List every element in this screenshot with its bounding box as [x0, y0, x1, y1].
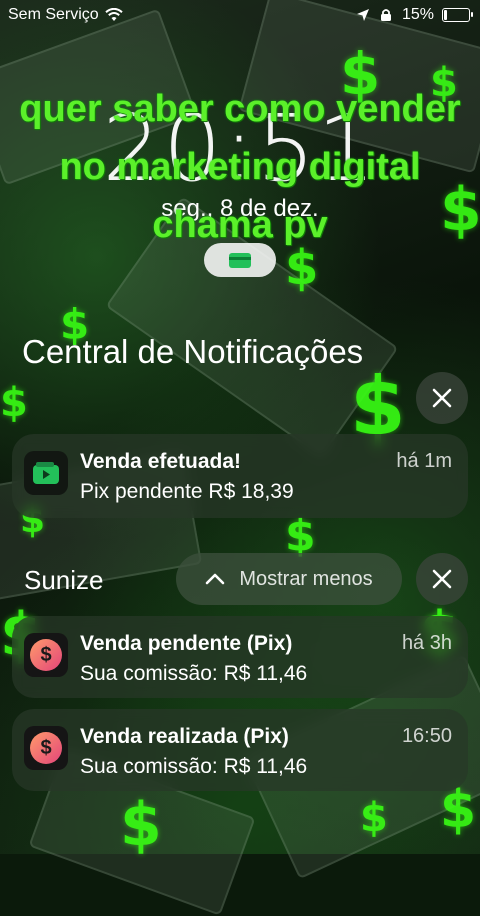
dollar-coin-icon: $ — [30, 639, 62, 671]
notification-card[interactable]: $ Venda realizada (Pix) Sua comissão: R$… — [12, 709, 468, 791]
wallet-widget-button[interactable] — [204, 243, 276, 277]
notification-time: há 3h — [401, 632, 452, 654]
close-icon — [432, 388, 452, 408]
orientation-lock-icon — [380, 9, 391, 21]
carrier-label: Sem Serviço — [8, 6, 99, 23]
overlay-caption: quer saber como vender no marketing digi… — [19, 88, 461, 246]
clear-group-button[interactable] — [416, 553, 468, 605]
location-arrow-icon — [356, 9, 369, 21]
notification-title: Venda pendente (Pix) — [80, 632, 293, 655]
dollar-coin-icon: $ — [30, 732, 62, 764]
notification-title: Venda realizada (Pix) — [80, 725, 289, 748]
show-less-label: Mostrar menos — [239, 567, 373, 590]
battery-level — [444, 10, 447, 20]
notification-time: há 1m — [396, 450, 452, 472]
notification-time: 16:50 — [401, 725, 452, 747]
battery-percent: 15% — [401, 6, 434, 23]
status-bar: Sem Serviço 15% — [8, 4, 473, 26]
sunize-app-icon: $ — [24, 726, 68, 770]
notification-title: Venda efetuada! — [80, 450, 242, 473]
notification-center-title: Central de Notificações — [22, 333, 364, 370]
clear-notifications-button[interactable] — [416, 372, 468, 424]
group-title-sunize: Sunize — [24, 565, 104, 595]
notification-card[interactable]: Venda efetuada! Pix pendente R$ 18,39 há… — [12, 434, 468, 518]
wallet-app-icon — [24, 451, 68, 495]
notification-body: Sua comissão: R$ 11,46 — [80, 662, 308, 685]
sunize-app-icon: $ — [24, 633, 68, 677]
close-icon — [432, 569, 452, 589]
wifi-icon — [105, 8, 123, 21]
wallet-card-icon — [229, 252, 251, 268]
notification-body: Pix pendente R$ 18,39 — [80, 480, 294, 503]
show-less-button[interactable]: Mostrar menos — [176, 553, 402, 605]
chevron-up-icon — [206, 573, 225, 585]
battery-icon — [442, 8, 473, 22]
notification-body: Sua comissão: R$ 11,46 — [80, 755, 308, 778]
notification-card[interactable]: $ Venda pendente (Pix) Sua comissão: R$ … — [12, 616, 468, 698]
